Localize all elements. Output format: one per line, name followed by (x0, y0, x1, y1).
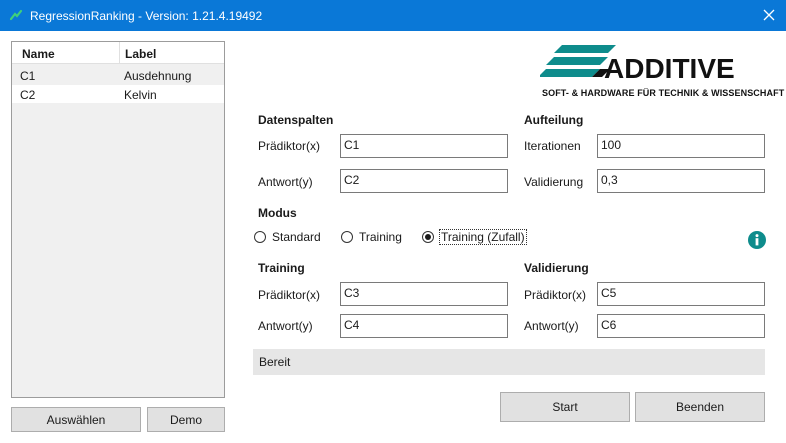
validation-response-input[interactable]: C6 (597, 314, 765, 338)
mode-training-random-radio[interactable]: Training (Zufall) (422, 229, 527, 245)
predictor-label: Prädiktor(x) (258, 139, 321, 153)
status-bar: Bereit (253, 349, 765, 375)
list-header: Name Label (12, 42, 224, 64)
radio-circle (341, 231, 353, 243)
title-bar: RegressionRanking - Version: 1.21.4.1949… (0, 0, 786, 31)
start-button[interactable]: Start (500, 392, 630, 422)
training-predictor-input[interactable]: C3 (340, 282, 508, 306)
list-item[interactable]: C2 Kelvin (12, 85, 224, 103)
iterations-label: Iterationen (524, 139, 581, 153)
quit-button[interactable]: Beenden (635, 392, 765, 422)
radio-label: Standard (272, 230, 321, 244)
iterations-input[interactable]: 100 (597, 134, 765, 158)
close-icon (763, 9, 775, 21)
logo-graphic: ADDITIVE (538, 45, 735, 84)
training-predictor-label: Prädiktor(x) (258, 288, 321, 302)
window-title: RegressionRanking - Version: 1.21.4.1949… (30, 9, 263, 23)
header-name[interactable]: Name (22, 47, 55, 61)
validation-predictor-input[interactable]: C5 (597, 282, 765, 306)
app-icon (9, 9, 23, 21)
modus-title: Modus (258, 206, 297, 220)
svg-text:ADDITIVE: ADDITIVE (604, 53, 735, 84)
radio-label: Training (Zufall) (439, 229, 527, 245)
training-title: Training (258, 261, 305, 275)
list-item-name: C2 (20, 88, 36, 102)
predictor-input[interactable]: C1 (340, 134, 508, 158)
datenspalten-title: Datenspalten (258, 113, 334, 127)
response-label: Antwort(y) (258, 175, 313, 189)
training-response-label: Antwort(y) (258, 319, 313, 333)
list-item[interactable]: C1 Ausdehnung (12, 66, 224, 84)
close-button[interactable] (756, 4, 782, 26)
demo-button[interactable]: Demo (147, 407, 225, 432)
column-list[interactable]: Name Label C1 Ausdehnung C2 Kelvin (11, 41, 225, 398)
radio-circle-selected (422, 231, 434, 243)
status-text: Bereit (259, 355, 291, 369)
select-button[interactable]: Auswählen (11, 407, 141, 432)
response-input[interactable]: C2 (340, 169, 508, 193)
radio-label: Training (359, 230, 402, 244)
header-divider (119, 42, 120, 64)
validation-response-label: Antwort(y) (524, 319, 579, 333)
list-item-name: C1 (20, 69, 36, 83)
list-item-label: Kelvin (124, 88, 157, 102)
info-icon[interactable] (748, 231, 766, 249)
validation-ratio-label: Validierung (524, 175, 584, 189)
validation-ratio-input[interactable]: 0,3 (597, 169, 765, 193)
radio-circle (254, 231, 266, 243)
header-label[interactable]: Label (125, 47, 156, 61)
training-response-input[interactable]: C4 (340, 314, 508, 338)
validierung-title: Validierung (524, 261, 589, 275)
logo-tagline: SOFT- & HARDWARE FÜR TECHNIK & WISSENSCH… (542, 88, 785, 98)
mode-training-radio[interactable]: Training (341, 230, 402, 244)
additive-logo: ADDITIVE SOFT- & HARDWARE FÜR TECHNIK & … (538, 43, 784, 99)
validation-predictor-label: Prädiktor(x) (524, 288, 587, 302)
mode-standard-radio[interactable]: Standard (254, 230, 321, 244)
list-item-label: Ausdehnung (124, 69, 192, 83)
aufteilung-title: Aufteilung (524, 113, 584, 127)
